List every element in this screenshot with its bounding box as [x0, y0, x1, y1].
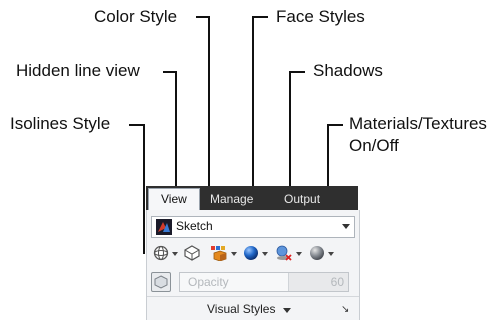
leader-face-styles-h [252, 16, 268, 18]
visual-style-value: Sketch [176, 219, 213, 233]
isolines-caret[interactable] [172, 252, 178, 256]
panel-title-visual-styles[interactable]: Visual Styles [207, 302, 275, 316]
callout-face-styles: Face Styles [276, 7, 365, 26]
visual-style-tools-row [151, 242, 353, 264]
dialog-launcher-icon[interactable]: ↘ [341, 304, 349, 315]
shadows-icon [276, 245, 292, 261]
leader-shadows-h [289, 71, 305, 73]
shadows-button[interactable] [273, 242, 303, 264]
visual-styles-panel: Sketch Opacity 60 Visual Styles ↘ [146, 210, 360, 320]
face-styles-icon [244, 246, 258, 260]
materials-textures-icon [310, 246, 324, 260]
materials-caret[interactable] [328, 252, 334, 256]
panel-footer: Visual Styles ↘ [147, 296, 359, 321]
callout-hidden-line-view: Hidden line view [16, 61, 140, 80]
isolines-style-icon [153, 245, 169, 261]
ribbon-tab-bar: ate View Manage Output [146, 186, 358, 211]
callout-shadows: Shadows [313, 61, 383, 80]
opacity-value: 60 [330, 275, 344, 289]
face-styles-caret[interactable] [262, 252, 268, 256]
panel-expand-chevron-icon[interactable] [283, 308, 291, 313]
opacity-toggle-button[interactable] [151, 272, 171, 292]
ribbon: ate View Manage Output Sketch [146, 186, 360, 320]
leader-isolines-v [143, 124, 145, 254]
opacity-slider[interactable]: Opacity 60 [179, 272, 349, 292]
chevron-down-icon [342, 224, 350, 229]
isolines-style-button[interactable] [151, 242, 181, 264]
opacity-label: Opacity [188, 275, 229, 289]
face-styles-button[interactable] [241, 242, 271, 264]
leader-materials-h [327, 124, 343, 126]
color-style-icon [211, 246, 227, 261]
callout-color-style: Color Style [94, 7, 178, 26]
tab-output[interactable]: Output [284, 189, 320, 210]
shadows-caret[interactable] [296, 252, 302, 256]
callout-materials-line1: Materials/Textures [349, 114, 487, 133]
opacity-row: Opacity 60 [151, 270, 353, 292]
opacity-cube-icon [154, 275, 168, 289]
hidden-line-view-icon [184, 245, 200, 261]
tab-view[interactable]: View [148, 188, 200, 211]
color-style-button[interactable] [208, 242, 238, 264]
tab-manage[interactable]: Manage [210, 189, 253, 210]
hidden-line-view-button[interactable] [182, 242, 204, 264]
callout-materials-line2: On/Off [349, 136, 399, 155]
visual-style-dropdown[interactable]: Sketch [151, 216, 355, 238]
callout-isolines-style: Isolines Style [10, 114, 111, 133]
color-style-caret[interactable] [231, 252, 237, 256]
materials-textures-button[interactable] [307, 242, 337, 264]
sketch-style-icon [156, 219, 172, 235]
